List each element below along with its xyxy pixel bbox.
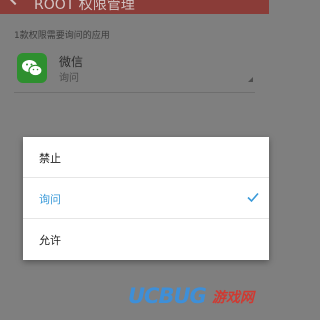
option-deny-label: 禁止 (39, 152, 61, 165)
option-allow-label: 允许 (39, 234, 61, 247)
page-title: ROOT 权限管理 (34, 0, 135, 13)
section-hint: 1款权限需要询问的应用 (14, 31, 110, 41)
app-bar: ROOT 权限管理 (0, 0, 269, 14)
app-name: 微信 (59, 55, 84, 69)
divider (14, 92, 255, 93)
app-permission-status: 询问 (59, 73, 79, 84)
option-allow[interactable]: 允许 (23, 219, 269, 259)
option-ask[interactable]: 询问 (23, 178, 269, 218)
option-ask-label: 询问 (39, 193, 61, 206)
wechat-icon (17, 53, 47, 83)
check-icon (247, 192, 259, 203)
watermark-site: 游戏网 (212, 290, 254, 306)
dropdown-corner-icon (248, 77, 253, 82)
app-list-item[interactable]: 微信 询问 (0, 46, 269, 90)
permission-choice-dialog: 禁止 询问 允许 (23, 137, 269, 260)
option-deny[interactable]: 禁止 (23, 137, 269, 177)
watermark-logo: UCBUG 游戏网 (128, 284, 269, 312)
watermark-brand: UCBUG (128, 284, 207, 308)
back-arrow-icon[interactable] (7, 0, 23, 6)
